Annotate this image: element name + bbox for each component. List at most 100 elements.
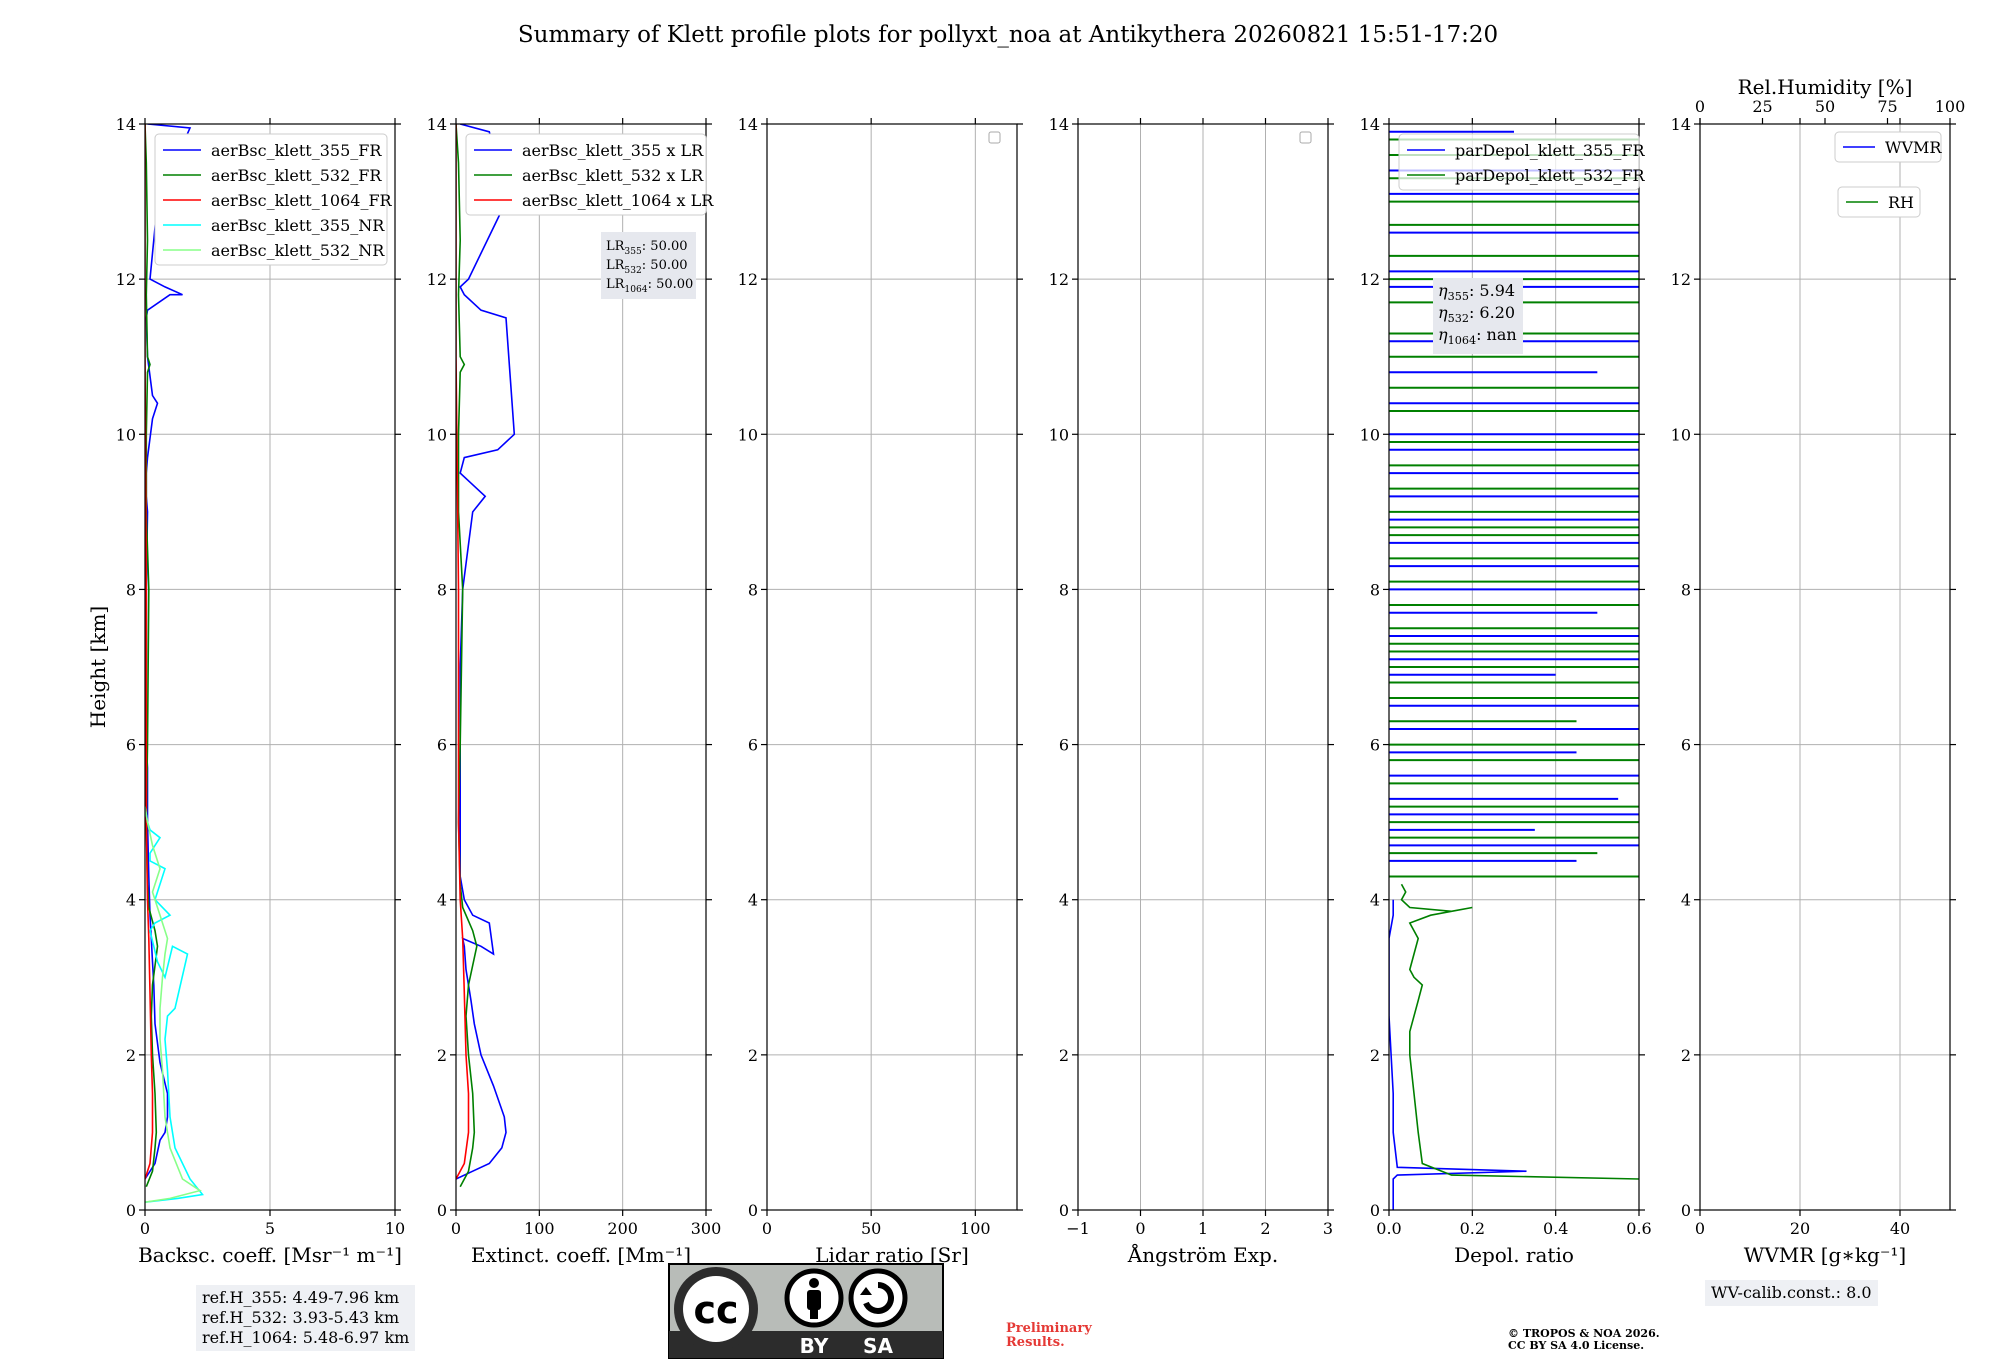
preliminary-line-1: Preliminary (1006, 1321, 1092, 1336)
y-tick-label: 6 (1681, 736, 1691, 755)
top-x-tick-label: 100 (1935, 97, 1966, 116)
y-tick-label: 12 (1049, 270, 1069, 289)
x-tick-label: 0.6 (1626, 1219, 1651, 1238)
x-tick-label: 1 (1198, 1219, 1208, 1238)
x-tick-label: 3 (1323, 1219, 1333, 1238)
x-axis-label: Ångström Exp. (1127, 1242, 1278, 1267)
y-tick-label: 8 (1059, 580, 1069, 599)
x-axis-label: Backsc. coeff. [Msr⁻¹ m⁻¹] (138, 1243, 402, 1267)
x-tick-label: 0.0 (1376, 1219, 1401, 1238)
y-tick-label: 2 (1681, 1046, 1691, 1065)
x-tick-label: 0 (762, 1219, 772, 1238)
ref-height-532: ref.H_532: 3.93-5.43 km (202, 1308, 400, 1327)
empty-legend-box (1299, 131, 1312, 144)
top-x-tick-label: 0 (1695, 97, 1705, 116)
x-tick-label: 100 (524, 1219, 555, 1238)
x-tick-label: 0 (1695, 1219, 1705, 1238)
series-parDepol_klett_532_FR (1400, 883, 1639, 1180)
cc-by-sa-license-badge: cc BY SA (668, 1263, 944, 1359)
legend-label: aerBsc_klett_532_FR (211, 166, 382, 185)
legend-label: WVMR (1885, 138, 1942, 157)
panel-5: 0 2 4 6 8 10 12 14 0.0 0.2 0.4 0.6 Depol. ratio parDe… (1360, 115, 1652, 1267)
y-tick-label: 14 (427, 115, 447, 134)
y-tick-label: 12 (738, 270, 758, 289)
y-tick-label: 12 (116, 270, 136, 289)
y-tick-label: 4 (748, 891, 758, 910)
panel-2: 0 2 4 6 8 10 12 14 0 100 200 300Extinct. coeff. [Mm… (427, 115, 722, 1267)
cc-icon-text: cc (693, 1288, 738, 1332)
legend-label: aerBsc_klett_355_FR (211, 141, 382, 160)
sa-icon (848, 1268, 908, 1328)
x-tick-label: 100 (960, 1219, 991, 1238)
legend-label: aerBsc_klett_355_NR (211, 216, 385, 235)
y-tick-label: 4 (1059, 891, 1069, 910)
y-tick-label: 10 (427, 425, 447, 444)
top-x-tick-label: 50 (1815, 97, 1835, 116)
y-tick-label: 10 (116, 425, 136, 444)
y-tick-label: 4 (437, 891, 447, 910)
top-x-tick-label: 25 (1752, 97, 1772, 116)
y-tick-label: 6 (1370, 736, 1380, 755)
y-tick-label: 2 (437, 1046, 447, 1065)
y-tick-label: 14 (1360, 115, 1380, 134)
legend-label: aerBsc_klett_1064_FR (211, 191, 393, 210)
copyright-note: © TROPOS & NOA 2026. CC BY SA 4.0 Licens… (1508, 1328, 1660, 1352)
x-tick-label: 5 (265, 1219, 275, 1238)
y-tick-label: 2 (1370, 1046, 1380, 1065)
x-tick-label: 40 (1890, 1219, 1910, 1238)
y-tick-label: 14 (738, 115, 758, 134)
x-tick-label: 0.4 (1543, 1219, 1568, 1238)
wv-calib-const: WV-calib.const.: 8.0 (1711, 1283, 1872, 1302)
y-tick-label: 4 (126, 891, 136, 910)
y-tick-label: 4 (1681, 891, 1691, 910)
y-tick-label: 8 (1681, 580, 1691, 599)
legend-label: aerBsc_klett_532_NR (211, 241, 385, 260)
x-tick-label: 300 (691, 1219, 722, 1238)
panel-3: 024681012140 50 100Lidar ratio [Sr] (738, 115, 1023, 1267)
y-tick-label: 8 (126, 580, 136, 599)
top-x-axis-label: Rel.Humidity [%] (1738, 75, 1913, 99)
y-tick-label: 2 (748, 1046, 758, 1065)
y-tick-label: 6 (748, 736, 758, 755)
axes-frame (766, 123, 1018, 1211)
y-tick-label: 0 (1681, 1201, 1691, 1220)
wv-calib-box: WV-calib.const.: 8.0 (1705, 1280, 1878, 1306)
x-axis-label: WVMR [g∗kg⁻¹] (1744, 1243, 1906, 1267)
reference-height-box: ref.H_355: 4.49-7.96 km ref.H_532: 3.93-… (196, 1285, 416, 1351)
y-tick-label: 14 (116, 115, 136, 134)
copyright-line-2: CC BY SA 4.0 License. (1508, 1339, 1645, 1352)
x-tick-label: 10 (385, 1219, 405, 1238)
y-tick-label: 2 (1059, 1046, 1069, 1065)
y-tick-label: 14 (1671, 115, 1691, 134)
x-tick-label: 0 (1135, 1219, 1145, 1238)
y-tick-label: 4 (1370, 891, 1380, 910)
legend-label: aerBsc_klett_532 x LR (522, 166, 704, 185)
x-tick-label: 20 (1790, 1219, 1810, 1238)
panel-4: 02468101214−1 0 1 2 3Ångström Exp. (1049, 115, 1334, 1267)
panel-6: 024681012140 20 40WVMR [g∗kg⁻¹]0 25 50 75 100R… (1671, 75, 1966, 1267)
top-x-tick-label: 75 (1877, 97, 1897, 116)
ref-height-1064: ref.H_1064: 5.48-6.97 km (202, 1328, 410, 1347)
series-aerBsc_klett_532_NR (145, 806, 202, 1203)
series-group (456, 124, 516, 1188)
y-tick-label: 0 (126, 1201, 136, 1220)
legend-label: aerBsc_klett_1064 x LR (522, 191, 714, 210)
axes-frame (1699, 123, 1951, 1211)
by-label: BY (800, 1334, 829, 1358)
y-tick-label: 0 (1370, 1201, 1380, 1220)
legend-label: parDepol_klett_355_FR (1455, 141, 1646, 160)
y-tick-label: 8 (437, 580, 447, 599)
y-tick-label: 6 (126, 736, 136, 755)
y-tick-label: 10 (738, 425, 758, 444)
y-tick-label: 12 (427, 270, 447, 289)
legend-label: RH (1888, 193, 1914, 212)
empty-legend-box (988, 131, 1001, 144)
y-tick-label: 10 (1671, 425, 1691, 444)
figure: Summary of Klett profile plots for polly… (86, 22, 1966, 1267)
y-tick-label: 0 (748, 1201, 758, 1220)
y-tick-label: 12 (1360, 270, 1380, 289)
y-axis-label: Height [km] (86, 606, 110, 728)
y-tick-label: 12 (1671, 270, 1691, 289)
y-tick-label: 6 (1059, 736, 1069, 755)
preliminary-note: Preliminary Results. (1006, 1322, 1092, 1350)
